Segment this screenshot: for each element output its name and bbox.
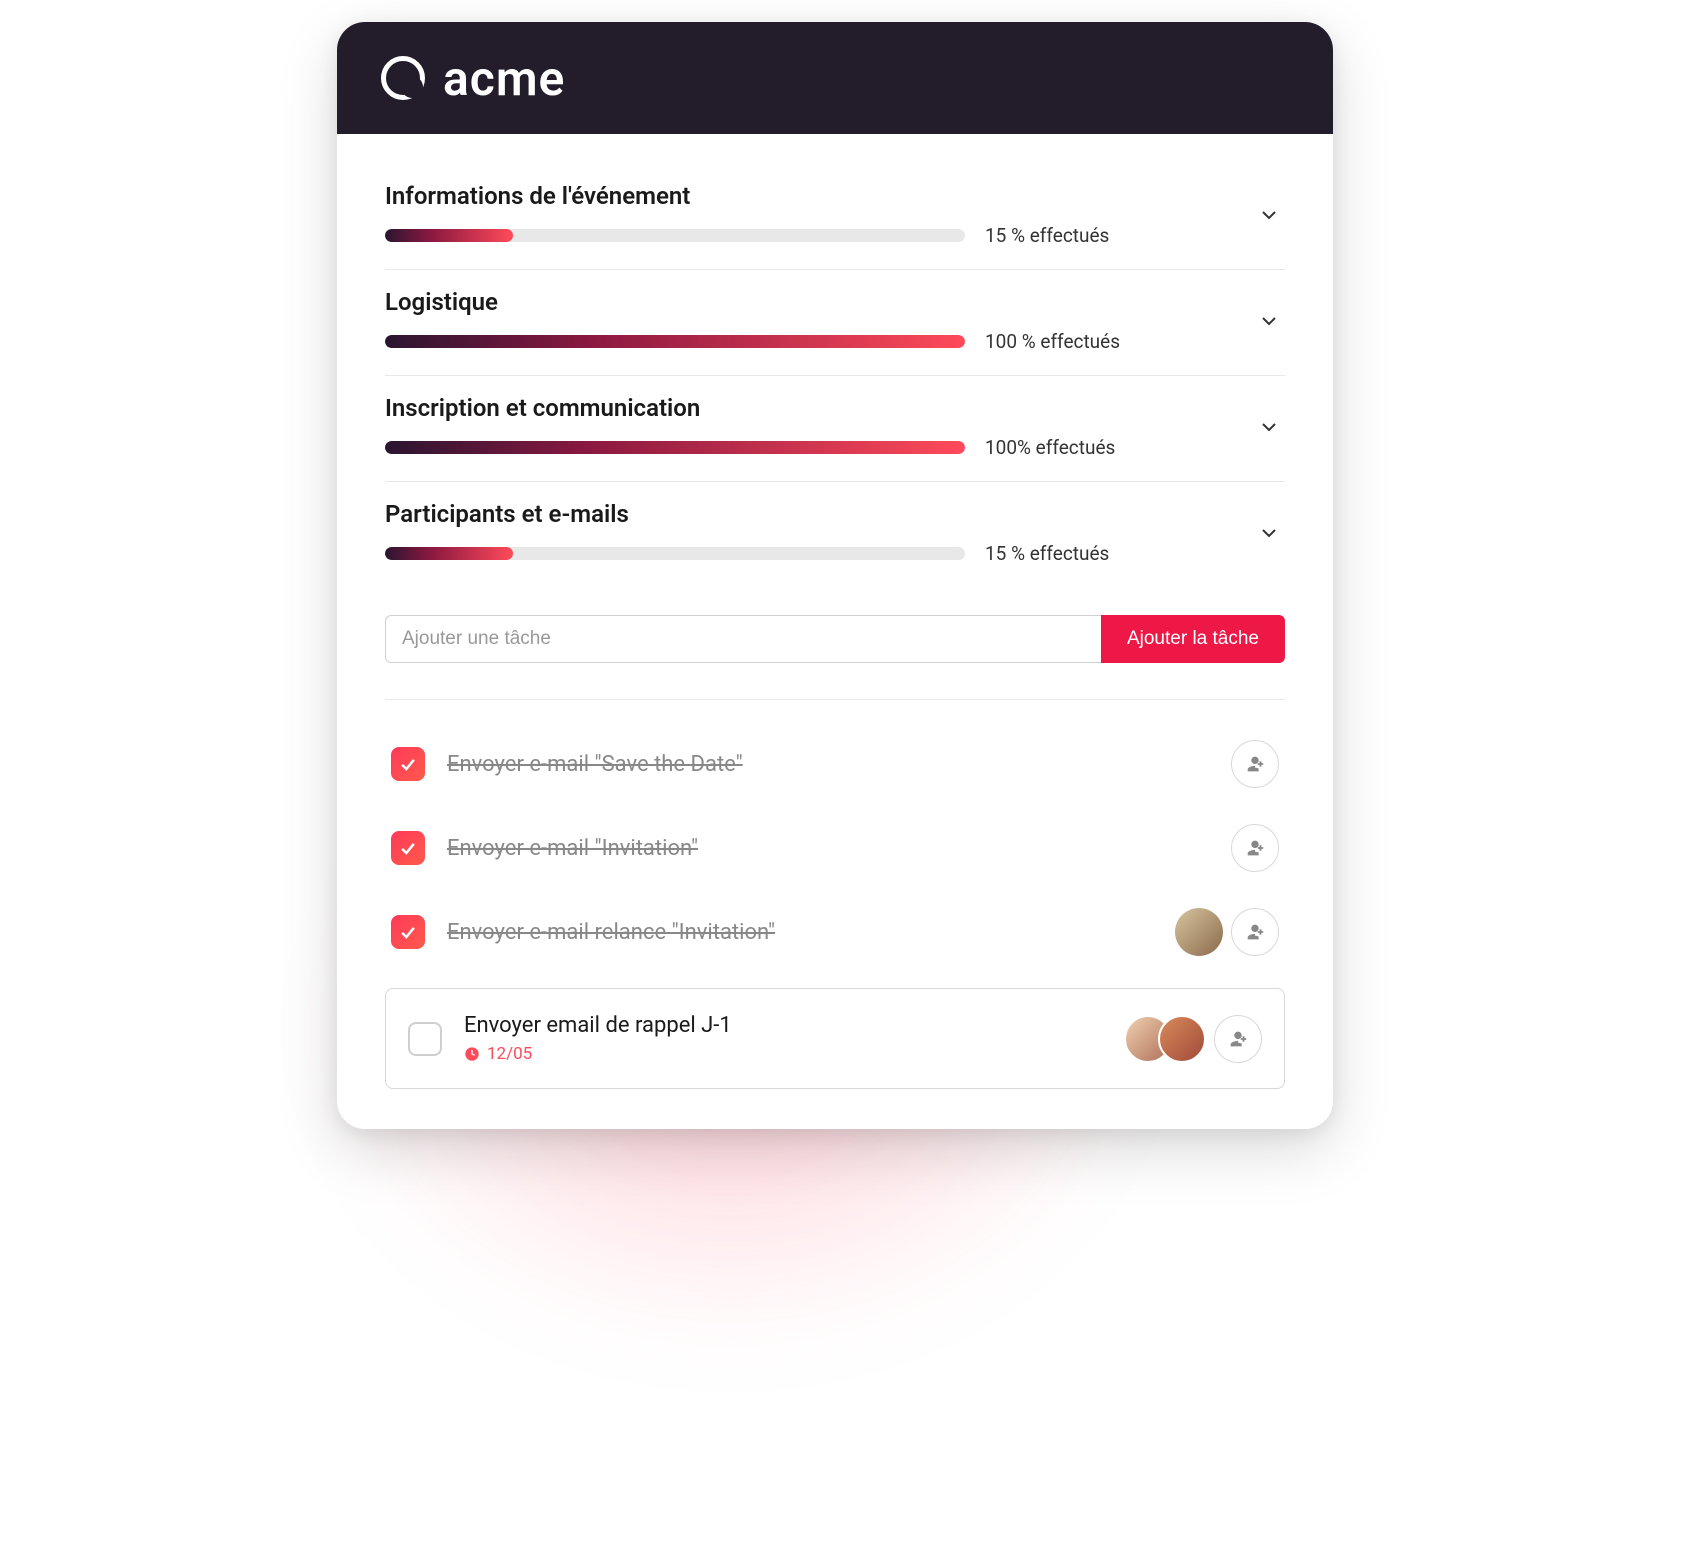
- task-label: Envoyer e-mail "Save the Date": [447, 752, 1209, 777]
- progress-row: 100% effectués: [385, 436, 1285, 459]
- chevron-down-icon[interactable]: [1257, 415, 1281, 443]
- task-label: Envoyer e-mail relance "Invitation": [447, 920, 1153, 945]
- progress-label: 100 % effectués: [985, 330, 1120, 353]
- section-event-info: Informations de l'événement 15 % effectu…: [385, 164, 1285, 270]
- task-date-text: 12/05: [487, 1044, 532, 1064]
- task-assignees: [1231, 740, 1279, 788]
- chevron-down-icon[interactable]: [1257, 203, 1281, 231]
- progress-label: 15 % effectués: [985, 542, 1109, 565]
- progress-bar: [385, 229, 965, 242]
- progress-row: 15 % effectués: [385, 542, 1285, 565]
- add-assignee-button[interactable]: [1231, 824, 1279, 872]
- avatar-group: [1124, 1015, 1206, 1063]
- task-due-date: 12/05: [464, 1044, 1102, 1064]
- section-logistics: Logistique 100 % effectués: [385, 270, 1285, 376]
- brand-logo: acme: [381, 50, 565, 107]
- task-checkbox[interactable]: [391, 747, 425, 781]
- section-participants: Participants et e-mails 15 % effectués: [385, 482, 1285, 587]
- progress-fill: [385, 335, 965, 348]
- task-label: Envoyer email de rappel J-1: [464, 1013, 1102, 1038]
- section-title: Informations de l'événement: [385, 182, 1285, 210]
- section-registration: Inscription et communication 100% effect…: [385, 376, 1285, 482]
- avatar: [1158, 1015, 1206, 1063]
- logo-ring-icon: [381, 56, 425, 100]
- task-label: Envoyer e-mail "Invitation": [447, 836, 1209, 861]
- progress-label: 15 % effectués: [985, 224, 1109, 247]
- chevron-down-icon[interactable]: [1257, 521, 1281, 549]
- add-assignee-button[interactable]: [1231, 908, 1279, 956]
- task-row: Envoyer e-mail relance "Invitation": [385, 890, 1285, 974]
- task-meta: Envoyer email de rappel J-1 12/05: [464, 1013, 1102, 1064]
- section-title: Inscription et communication: [385, 394, 1285, 422]
- progress-bar: [385, 547, 965, 560]
- app-header: acme: [337, 22, 1333, 134]
- progress-bar: [385, 441, 965, 454]
- progress-fill: [385, 547, 513, 560]
- task-assignees: [1175, 908, 1279, 956]
- add-assignee-button[interactable]: [1231, 740, 1279, 788]
- progress-row: 15 % effectués: [385, 224, 1285, 247]
- add-task-button[interactable]: Ajouter la tâche: [1101, 615, 1285, 663]
- card-body: Informations de l'événement 15 % effectu…: [337, 134, 1333, 1129]
- task-list: Envoyer e-mail "Save the Date" Envoyer e…: [385, 700, 1285, 1089]
- progress-fill: [385, 441, 965, 454]
- task-row: Envoyer e-mail "Invitation": [385, 806, 1285, 890]
- add-task-row: Ajouter la tâche: [385, 615, 1285, 700]
- app-card: acme Informations de l'événement 15 % ef…: [337, 22, 1333, 1129]
- task-row: Envoyer e-mail "Save the Date": [385, 722, 1285, 806]
- task-checkbox[interactable]: [408, 1022, 442, 1056]
- task-row-active[interactable]: Envoyer email de rappel J-1 12/05: [385, 988, 1285, 1089]
- task-assignees: [1124, 1015, 1262, 1063]
- task-checkbox[interactable]: [391, 831, 425, 865]
- progress-label: 100% effectués: [985, 436, 1115, 459]
- chevron-down-icon[interactable]: [1257, 309, 1281, 337]
- progress-bar: [385, 335, 965, 348]
- brand-name: acme: [443, 50, 565, 107]
- progress-fill: [385, 229, 513, 242]
- add-task-input[interactable]: [385, 615, 1101, 663]
- section-title: Participants et e-mails: [385, 500, 1285, 528]
- progress-row: 100 % effectués: [385, 330, 1285, 353]
- section-title: Logistique: [385, 288, 1285, 316]
- avatar: [1175, 908, 1223, 956]
- task-assignees: [1231, 824, 1279, 872]
- task-checkbox[interactable]: [391, 915, 425, 949]
- add-assignee-button[interactable]: [1214, 1015, 1262, 1063]
- clock-icon: [464, 1046, 480, 1062]
